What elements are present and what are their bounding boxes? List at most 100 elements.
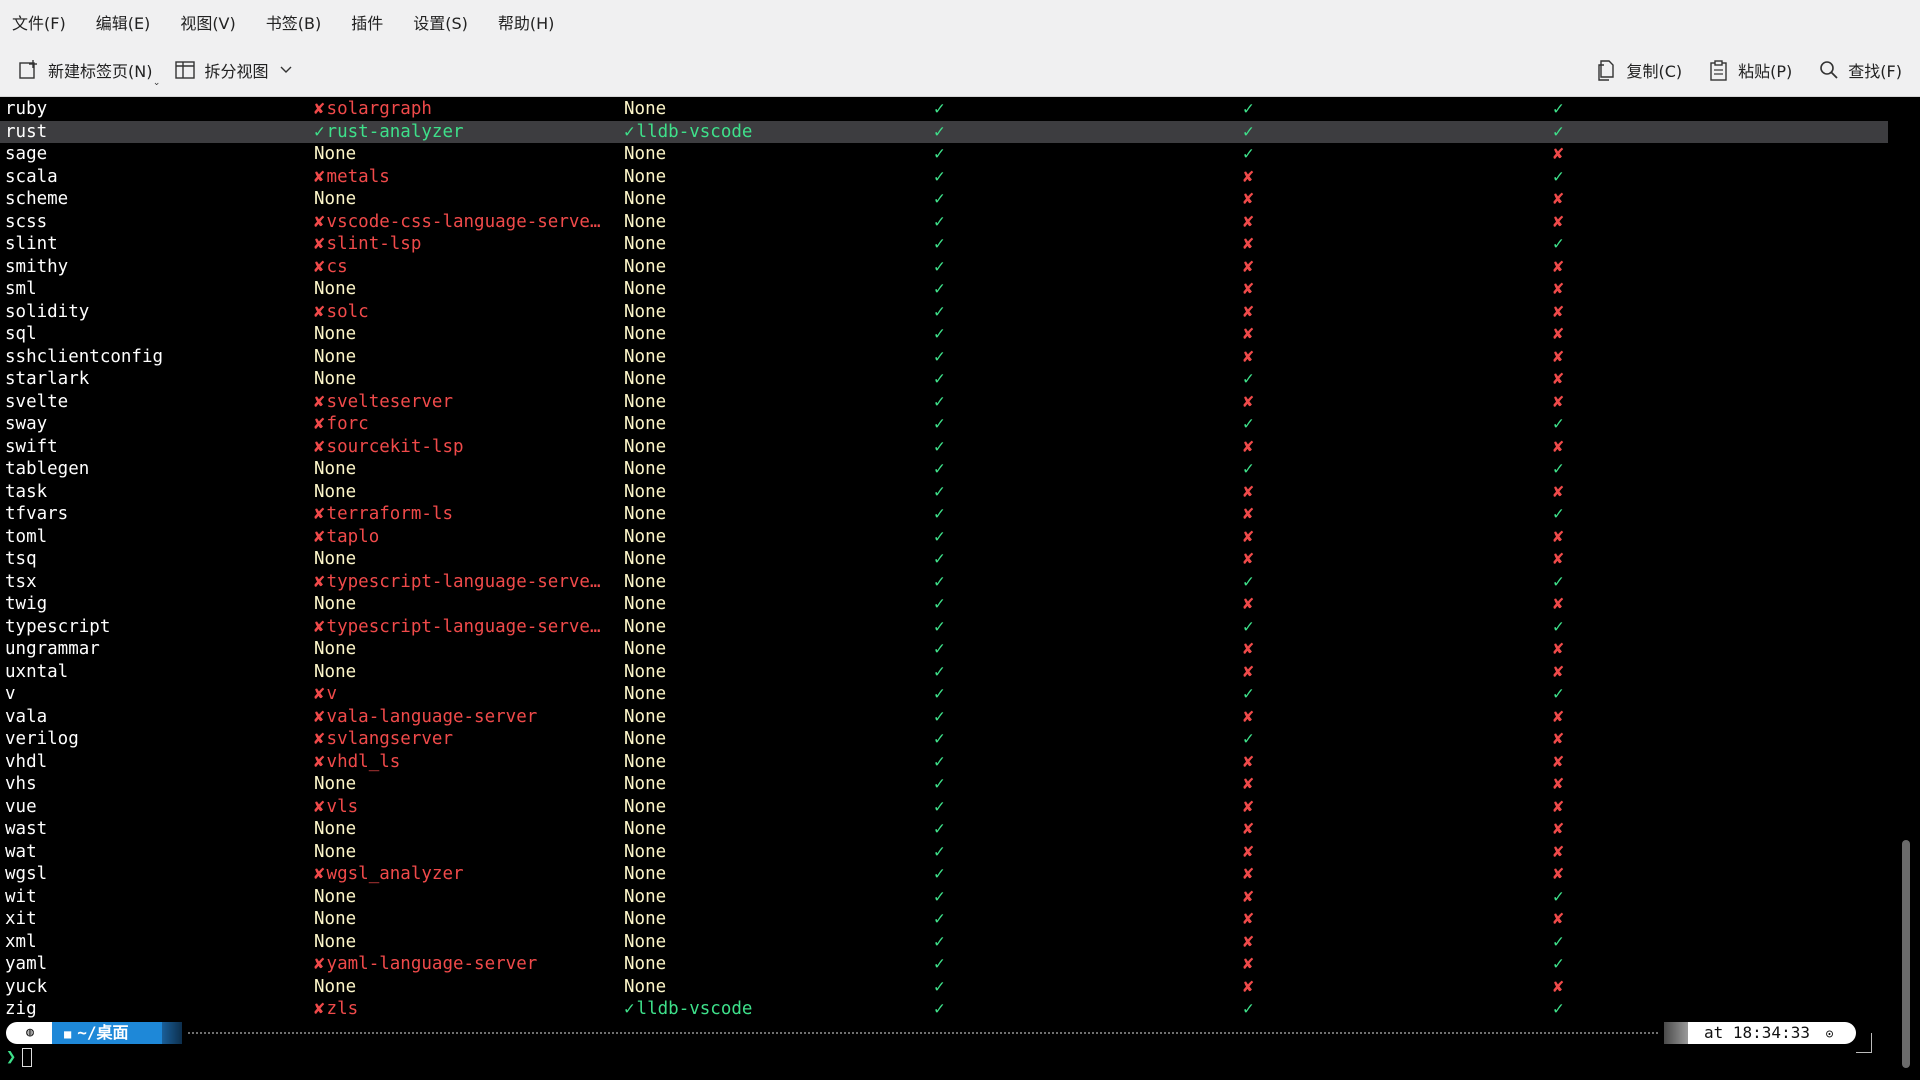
- cross-icon: ✘: [314, 256, 325, 277]
- lsp-value: None: [314, 841, 357, 862]
- textobject-status-check-icon: ✓: [1243, 999, 1254, 1019]
- indent-status-cross-icon: ✘: [1553, 706, 1564, 727]
- cross-icon: ✘: [314, 954, 325, 974]
- dap-cell: None: [624, 931, 914, 954]
- menu-plugins[interactable]: 插件: [349, 6, 385, 38]
- lsp-value: None: [314, 931, 357, 952]
- dap-value: None: [624, 301, 667, 322]
- menu-bookmarks[interactable]: 书签(B): [264, 6, 323, 38]
- menu-file[interactable]: 文件(F): [10, 6, 68, 38]
- check-icon: ✓: [314, 121, 325, 142]
- clock-icon: ⊙: [1825, 1027, 1834, 1042]
- lsp-cell: None: [314, 593, 604, 616]
- dap-value: None: [624, 346, 667, 367]
- menu-settings[interactable]: 设置(S): [411, 6, 470, 38]
- split-view-button[interactable]: 拆分视图: [174, 58, 294, 82]
- indent-status-cross-icon: ✘: [1553, 909, 1564, 929]
- dap-cell: None: [624, 773, 914, 796]
- lsp-cell: ✘ svelteserver: [314, 391, 604, 414]
- indent-status-cross-icon: ✘: [1553, 594, 1564, 614]
- highlight-status-check-icon: ✓: [934, 99, 945, 119]
- lsp-cell: ✘ vhdl_ls: [314, 751, 604, 774]
- lsp-value: None: [314, 144, 357, 164]
- highlight-status-check-icon: ✓: [934, 549, 945, 569]
- dap-value: None: [624, 504, 667, 524]
- cross-icon: ✘: [314, 414, 325, 434]
- lsp-value: metals: [326, 166, 390, 187]
- lsp-value: None: [314, 819, 357, 839]
- textobject-status-cross-icon: ✘: [1243, 796, 1254, 817]
- table-row: rust ✓ rust-analyzer ✓ lldb-vscode ✓ ✓ ✓: [0, 120, 1888, 143]
- menu-edit[interactable]: 编辑(E): [94, 6, 153, 38]
- scrollbar-thumb[interactable]: [1902, 840, 1910, 1068]
- dap-cell: None: [624, 211, 914, 234]
- chevron-down-icon[interactable]: [278, 62, 294, 78]
- indent-status-cross-icon: ✘: [1553, 639, 1564, 659]
- find-button[interactable]: 查找(F): [1818, 58, 1902, 82]
- language-name: zig: [5, 999, 37, 1019]
- highlight-status-check-icon: ✓: [934, 729, 945, 749]
- highlight-status-check-icon: ✓: [934, 144, 945, 164]
- lsp-cell: None: [314, 458, 604, 481]
- textobject-status-check-icon: ✓: [1243, 99, 1254, 119]
- indent-status-check-icon: ✓: [1553, 954, 1564, 974]
- new-tab-button[interactable]: 新建标签页(N) ⌄: [18, 58, 160, 88]
- table-row: slint ✘ slint-lsp None ✓ ✘ ✓: [0, 233, 1888, 256]
- highlight-status-check-icon: ✓: [934, 414, 945, 434]
- highlight-status-check-icon: ✓: [934, 886, 945, 907]
- language-name: task: [5, 481, 48, 502]
- highlight-status-check-icon: ✓: [934, 909, 945, 929]
- lsp-cell: None: [314, 976, 604, 999]
- text-cursor: [22, 1047, 33, 1067]
- lsp-cell: None: [314, 346, 604, 369]
- time-text: at 18:34:33: [1704, 1023, 1810, 1042]
- lsp-cell: None: [314, 773, 604, 796]
- paste-button[interactable]: 粘贴(P): [1708, 58, 1792, 82]
- indent-status-cross-icon: ✘: [1553, 189, 1564, 209]
- dap-cell: None: [624, 661, 914, 684]
- prompt-input-line[interactable]: ❯: [6, 1046, 33, 1068]
- table-row: xml None None ✓ ✘ ✓: [0, 931, 1888, 954]
- textobject-status-cross-icon: ✘: [1243, 909, 1254, 929]
- dap-cell: None: [624, 323, 914, 346]
- indent-status-cross-icon: ✘: [1553, 661, 1564, 682]
- language-name: sshclientconfig: [5, 346, 164, 367]
- dap-value: None: [624, 909, 667, 929]
- dap-value: None: [624, 256, 667, 277]
- table-row: tablegen None None ✓ ✓ ✓: [0, 458, 1888, 481]
- textobject-status-cross-icon: ✘: [1243, 436, 1254, 457]
- terminal-view[interactable]: ruby ✘ solargraph None ✓ ✓ ✓ rust ✓ rust-analyzer…: [0, 98, 1920, 1080]
- dap-value: None: [624, 549, 667, 569]
- indent-status-cross-icon: ✘: [1553, 436, 1564, 457]
- lsp-value: None: [314, 886, 357, 907]
- lsp-value: sourcekit-lsp: [326, 436, 464, 457]
- folder-icon: ■: [64, 1027, 72, 1041]
- split-view-label: 拆分视图: [204, 62, 269, 81]
- lsp-cell: ✘ terraform-ls: [314, 503, 604, 526]
- highlight-status-check-icon: ✓: [934, 189, 945, 209]
- indent-status-check-icon: ✓: [1553, 121, 1564, 142]
- table-row: tsq None None ✓ ✘ ✘: [0, 548, 1888, 571]
- dap-value: None: [624, 144, 667, 164]
- indent-status-cross-icon: ✘: [1553, 324, 1564, 344]
- dap-value: None: [624, 886, 667, 907]
- dap-value: None: [624, 751, 667, 772]
- textobject-status-cross-icon: ✘: [1243, 639, 1254, 659]
- menu-view[interactable]: 视图(V): [178, 6, 237, 38]
- menu-help[interactable]: 帮助(H): [496, 6, 557, 38]
- indent-status-check-icon: ✓: [1553, 999, 1564, 1019]
- table-row: yuck None None ✓ ✘ ✘: [0, 976, 1888, 999]
- language-name: wast: [5, 819, 48, 839]
- prompt-directory: ■ ~/桌面: [52, 1022, 162, 1044]
- textobject-status-check-icon: ✓: [1243, 684, 1254, 704]
- copy-button[interactable]: 复制(C): [1596, 58, 1682, 82]
- table-row: vue ✘ vls None ✓ ✘ ✘: [0, 796, 1888, 819]
- textobject-status-check-icon: ✓: [1243, 121, 1254, 142]
- indent-status-cross-icon: ✘: [1553, 211, 1564, 232]
- lsp-value: None: [314, 661, 357, 682]
- dap-cell: None: [624, 863, 914, 886]
- textobject-status-cross-icon: ✘: [1243, 481, 1254, 502]
- indent-status-cross-icon: ✘: [1553, 864, 1564, 884]
- indent-status-cross-icon: ✘: [1553, 301, 1564, 322]
- language-name: v: [5, 684, 16, 704]
